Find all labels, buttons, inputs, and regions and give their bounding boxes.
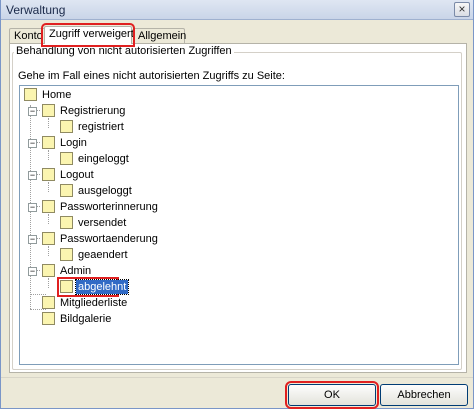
folder-icon bbox=[60, 216, 73, 229]
tree-item-label: Login bbox=[60, 137, 87, 149]
tree-connector bbox=[48, 278, 49, 288]
tree-item-label: abgelehnt bbox=[74, 279, 130, 295]
tree-item-label: Passwortaenderung bbox=[60, 233, 158, 245]
folder-icon bbox=[42, 264, 55, 277]
tree-item-label: Home bbox=[42, 89, 72, 101]
tree-connector bbox=[48, 182, 49, 192]
tab-konto[interactable]: Konto bbox=[9, 28, 47, 43]
tree-item-label: ausgeloggt bbox=[78, 185, 132, 197]
tree-connector bbox=[48, 246, 49, 256]
ok-button[interactable]: OK bbox=[285, 381, 379, 409]
tree-item-abgelehnt[interactable]: abgelehnt bbox=[57, 277, 130, 297]
folder-icon bbox=[42, 136, 55, 149]
collapse-icon[interactable]: − bbox=[28, 235, 37, 244]
tree-item-label: versendet bbox=[78, 217, 127, 229]
folder-icon bbox=[60, 184, 73, 197]
tree-connector bbox=[48, 150, 49, 160]
window-title: Verwaltung bbox=[6, 3, 66, 17]
tree-connector bbox=[48, 118, 49, 128]
collapse-icon[interactable]: − bbox=[28, 171, 37, 180]
folder-icon bbox=[60, 248, 73, 261]
tree-item-label: Mitgliederliste bbox=[60, 297, 128, 309]
tab-panel: Behandlung von nicht autorisierten Zugri… bbox=[9, 43, 467, 373]
tree-item-label: registriert bbox=[78, 121, 124, 133]
folder-icon bbox=[60, 120, 73, 133]
tree-item-label: Registrierung bbox=[60, 105, 126, 117]
button-bar: OK Abbrechen bbox=[1, 377, 473, 409]
tree-connector bbox=[30, 309, 46, 310]
tree-item-label: Admin bbox=[60, 265, 92, 277]
close-button[interactable]: × bbox=[454, 2, 470, 17]
tree-item-label: Logout bbox=[60, 169, 94, 181]
target-page-prompt: Gehe im Fall eines nicht autorisierten Z… bbox=[18, 70, 285, 82]
tab-allgemein[interactable]: Allgemein bbox=[133, 28, 186, 43]
tree-item-label: Passworterinnerung bbox=[60, 201, 158, 213]
dialog-window: Verwaltung × Konto Zugriff verweigert Al… bbox=[0, 0, 474, 409]
folder-icon bbox=[42, 312, 55, 325]
collapse-icon[interactable]: − bbox=[28, 203, 37, 212]
folder-icon bbox=[42, 104, 55, 117]
folder-icon bbox=[42, 232, 55, 245]
folder-icon bbox=[42, 200, 55, 213]
folder-icon bbox=[42, 168, 55, 181]
folder-icon bbox=[42, 296, 55, 309]
tree-item-label: Bildgalerie bbox=[60, 313, 112, 325]
tree-item-label: geaendert bbox=[78, 249, 128, 261]
collapse-icon[interactable]: − bbox=[28, 139, 37, 148]
folder-icon bbox=[60, 280, 73, 293]
title-bar: Verwaltung × bbox=[1, 0, 473, 20]
collapse-icon[interactable]: − bbox=[28, 107, 37, 116]
folder-icon bbox=[24, 88, 37, 101]
tree-item-label: eingeloggt bbox=[78, 153, 129, 165]
group-title: Behandlung von nicht autorisierten Zugri… bbox=[14, 45, 234, 57]
tree-connector bbox=[30, 294, 46, 295]
page-tree[interactable]: Home − Registrierung registriert − Login… bbox=[19, 85, 459, 365]
cancel-button[interactable]: Abbrechen bbox=[380, 384, 468, 406]
folder-icon bbox=[60, 152, 73, 165]
tab-zugriff-verweigert[interactable]: Zugriff verweigert bbox=[41, 23, 135, 47]
collapse-icon[interactable]: − bbox=[28, 267, 37, 276]
tree-connector bbox=[48, 214, 49, 224]
